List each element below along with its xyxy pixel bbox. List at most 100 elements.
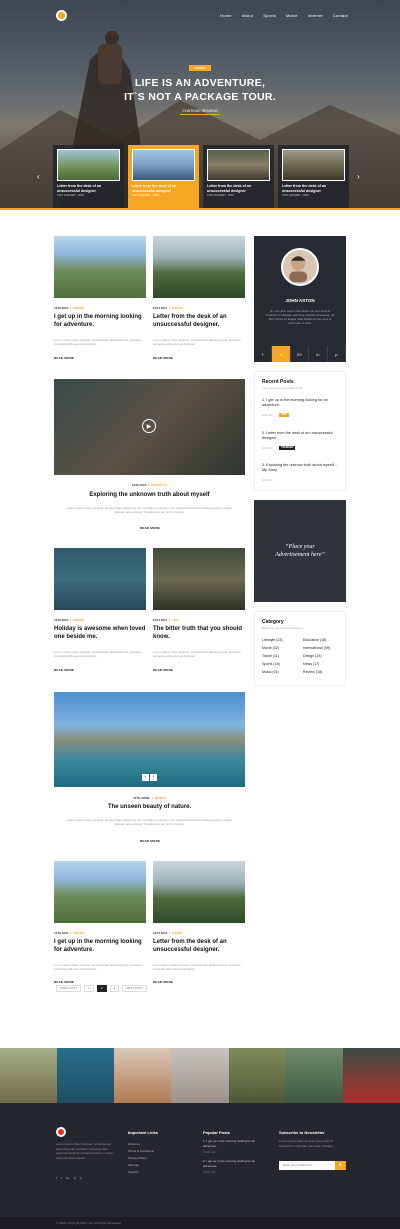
- read-more-link[interactable]: READ MORE: [153, 980, 173, 984]
- read-more-link[interactable]: READ MORE: [54, 980, 74, 984]
- next-arrow-icon[interactable]: ›: [150, 774, 157, 781]
- hero-category-badge[interactable]: TRAVEL: [189, 65, 211, 71]
- read-more-link[interactable]: READ MORE: [54, 356, 74, 360]
- ad-text-line2: Advertisement here”: [275, 552, 325, 558]
- category-item[interactable]: Music (01): [262, 670, 279, 674]
- post-title[interactable]: Holiday is awesome when loved one beside…: [54, 626, 146, 641]
- prev-arrow-icon[interactable]: ‹: [142, 774, 149, 781]
- post-excerpt: Lorem ipsum dolor sit amet, consectetuer…: [54, 650, 142, 659]
- recent-post-title[interactable]: 3. Exploring the unknow truth about myse…: [262, 463, 342, 473]
- category-item[interactable]: News (17): [303, 662, 319, 666]
- instagram-photo[interactable]: [114, 1048, 172, 1103]
- post-title[interactable]: The bitter truth that you should know.: [153, 626, 245, 641]
- post-title[interactable]: I get up in the morning looking for adve…: [54, 314, 146, 329]
- recent-post-title[interactable]: 2. Letter from the desk of an unsuccessf…: [262, 431, 342, 441]
- footer-logo[interactable]: [56, 1127, 66, 1137]
- post-image[interactable]: [54, 236, 146, 298]
- advertisement-box[interactable]: “Place your Advertisement here”: [254, 500, 346, 602]
- post-meta: 21ST MAY • TRAVEL: [153, 306, 184, 310]
- slide-card-active[interactable]: Letter from the desk of an unsuccessful …: [128, 145, 199, 208]
- footer-link[interactable]: Support: [128, 1170, 139, 1174]
- post-title[interactable]: The unseen beauty of nature.: [54, 804, 245, 812]
- instagram-photo[interactable]: [0, 1048, 58, 1103]
- post-image[interactable]: ‹ ›: [54, 692, 245, 787]
- read-more-link[interactable]: READ MORE: [140, 839, 160, 843]
- footer-link[interactable]: About us: [128, 1142, 140, 1146]
- popular-post-title[interactable]: 2. I get up in the morning looking for a…: [203, 1159, 263, 1168]
- popular-post-date: 2016 Jan: [203, 1170, 216, 1174]
- slide-meta: 21ST JANUARY , 2016: [57, 194, 84, 198]
- category-item[interactable]: Travel (11): [262, 654, 279, 658]
- popular-post-title[interactable]: 1. I get up in the morning looking for a…: [203, 1139, 263, 1148]
- slide-card[interactable]: Letter from the desk of an unsuccessful …: [203, 145, 274, 208]
- google-plus-icon[interactable]: G+: [291, 346, 310, 362]
- category-item[interactable]: Review (18): [303, 670, 322, 674]
- category-item[interactable]: Education (18): [303, 638, 326, 642]
- next-page-button[interactable]: NEXT POST: [122, 985, 148, 992]
- nav-sports[interactable]: Sports: [263, 13, 276, 18]
- slider-prev-icon[interactable]: ‹: [37, 172, 40, 181]
- pinterest-icon[interactable]: p: [328, 346, 347, 362]
- pagination: PREV POST 1 2 3 NEXT POST: [56, 985, 148, 992]
- post-image[interactable]: [153, 548, 245, 610]
- continue-reading-link[interactable]: CONTINUE READING: [180, 109, 220, 115]
- newsletter-submit-button[interactable]: ➤: [335, 1161, 346, 1170]
- category-item[interactable]: Design (28): [303, 654, 322, 658]
- read-more-link[interactable]: READ MORE: [140, 526, 160, 530]
- facebook-icon[interactable]: f: [56, 1176, 57, 1180]
- twitter-icon[interactable]: t: [272, 346, 291, 362]
- read-more-link[interactable]: READ MORE: [153, 668, 173, 672]
- hero-divider: [0, 208, 400, 210]
- post-image[interactable]: [153, 236, 245, 298]
- nav-contact[interactable]: Contact: [333, 13, 348, 18]
- post-meta: 12TH MAY • TRAVEL: [54, 931, 85, 935]
- post-title[interactable]: I get up in the morning looking for adve…: [54, 939, 146, 954]
- footer-link[interactable]: Sitemap: [128, 1163, 139, 1167]
- google-plus-icon[interactable]: G+: [66, 1176, 70, 1180]
- post-title[interactable]: Letter from the desk of an unsuccessful …: [153, 939, 245, 954]
- nav-home[interactable]: Home: [220, 13, 231, 18]
- social-links: f t G+ in p: [254, 346, 347, 362]
- read-more-link[interactable]: READ MORE: [54, 668, 74, 672]
- nav-about[interactable]: About: [242, 13, 253, 18]
- page-1-button[interactable]: 1: [84, 985, 94, 992]
- post-title[interactable]: Exploring the unknown truth about myself: [54, 492, 245, 500]
- prev-page-button[interactable]: PREV POST: [56, 985, 82, 992]
- linkedin-icon[interactable]: in: [309, 346, 328, 362]
- post-image[interactable]: [153, 861, 245, 923]
- footer-link[interactable]: Terms & Conditions: [128, 1149, 154, 1153]
- slide-card[interactable]: Letter from the desk of an unsuccessful …: [53, 145, 124, 208]
- instagram-photo[interactable]: [57, 1048, 115, 1103]
- category-item[interactable]: Sports (18): [262, 662, 280, 666]
- instagram-photo[interactable]: [342, 1048, 400, 1103]
- read-more-link[interactable]: READ MORE: [153, 356, 173, 360]
- recent-post-title[interactable]: 1. I get up in the morning looking for a…: [262, 398, 342, 408]
- facebook-icon[interactable]: f: [254, 346, 273, 362]
- post-image[interactable]: [54, 861, 146, 923]
- site-logo[interactable]: [56, 10, 67, 21]
- category-item[interactable]: Movie (32): [262, 646, 279, 650]
- twitter-icon[interactable]: t: [61, 1176, 62, 1180]
- post-excerpt: Lorem ipsum dolor sit amet, consectetuer…: [67, 818, 232, 827]
- post-video[interactable]: ▶: [54, 379, 245, 475]
- page-3-button[interactable]: 3: [109, 985, 120, 992]
- slide-card[interactable]: Letter from the desk of an unsuccessful …: [278, 145, 349, 208]
- newsletter-text: Lorem ipsum dolor sit amet iriure dolor …: [279, 1139, 334, 1148]
- footer-link[interactable]: Privacy Policy: [128, 1156, 147, 1160]
- nav-internet[interactable]: Internet: [308, 13, 323, 18]
- newsletter-email-input[interactable]: Enter your email here: [279, 1161, 339, 1170]
- instagram-photo[interactable]: [285, 1048, 343, 1103]
- page-2-button[interactable]: 2: [96, 985, 107, 992]
- instagram-photo[interactable]: [228, 1048, 286, 1103]
- instagram-photo[interactable]: [171, 1048, 229, 1103]
- linkedin-icon[interactable]: in: [74, 1176, 76, 1180]
- play-icon[interactable]: ▶: [142, 419, 156, 433]
- footer-about: Lorem ipsum dolor sit amet, consectetuer…: [56, 1142, 113, 1160]
- slider-next-icon[interactable]: ›: [357, 172, 360, 181]
- category-item[interactable]: Lifestyle (23): [262, 638, 283, 642]
- post-title[interactable]: Letter from the desk of an unsuccessful …: [153, 314, 245, 329]
- nav-movie[interactable]: Movie: [286, 13, 298, 18]
- category-item[interactable]: International (09): [303, 646, 330, 650]
- pinterest-icon[interactable]: p: [80, 1176, 82, 1180]
- post-image[interactable]: [54, 548, 146, 610]
